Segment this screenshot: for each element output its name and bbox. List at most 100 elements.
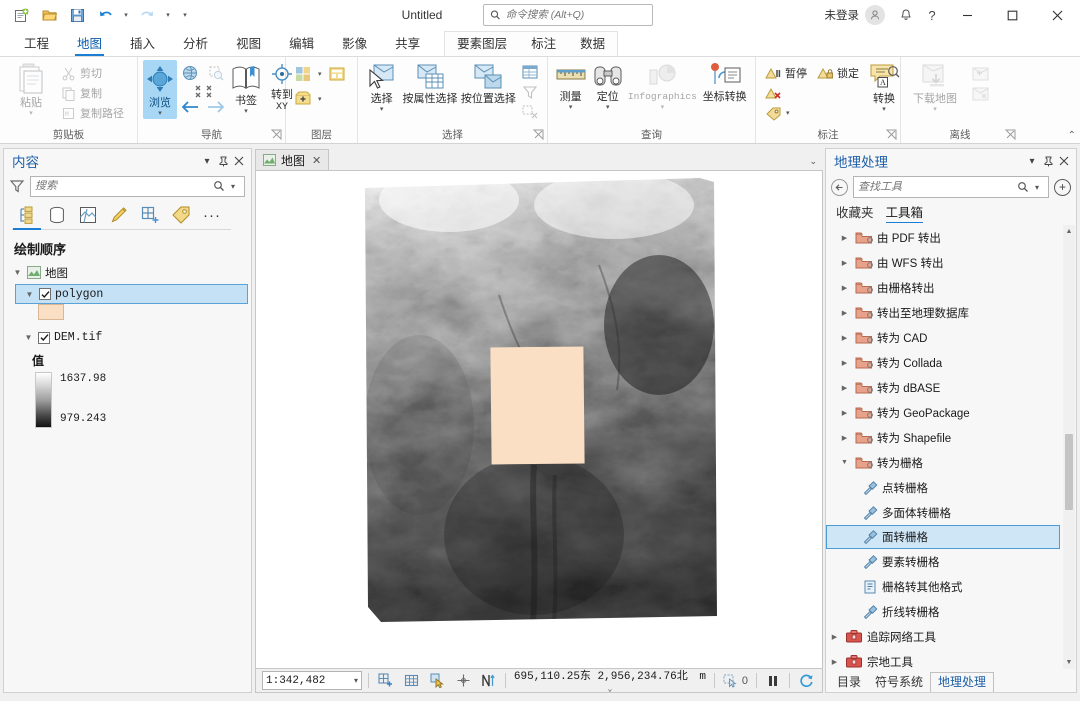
undo-dropdown-caret[interactable]: ▾ [120, 3, 132, 27]
tool-search-dropdown-caret[interactable]: ▾ [1030, 180, 1044, 194]
command-search-input[interactable] [505, 9, 646, 21]
add-preset-button[interactable] [325, 63, 349, 85]
ribbon-tab-data[interactable]: 数据 [568, 33, 617, 56]
toc-map-node[interactable]: ▼ 地图 [4, 263, 251, 282]
pause-drawing-icon[interactable] [763, 671, 783, 691]
explore-button[interactable]: 浏览 ▾ [143, 60, 177, 119]
dock-tab-catalog[interactable]: 目录 [830, 673, 868, 692]
contents-menu-caret-icon[interactable]: ▾ [199, 152, 215, 170]
north-arrow-icon[interactable] [479, 671, 499, 691]
expand-arrow-icon[interactable]: ▶ [838, 334, 851, 342]
basemap-button[interactable] [291, 63, 315, 85]
measure-caret[interactable]: ▾ [569, 104, 573, 111]
expand-arrow-icon[interactable]: ▶ [838, 359, 851, 367]
geoprocessing-scrollbar[interactable]: ▲ ▼ [1063, 225, 1075, 669]
back-arrow-icon[interactable] [831, 178, 848, 196]
contents-close-icon[interactable] [231, 152, 247, 170]
labeling-dialog-launcher-icon[interactable] [886, 129, 897, 140]
infographics-button[interactable]: Infographics ▾ [627, 60, 697, 113]
more-options-icon[interactable]: ··· [198, 202, 226, 228]
scroll-down-arrow-icon[interactable]: ▼ [1063, 656, 1075, 669]
scrollbar-thumb[interactable] [1065, 434, 1073, 510]
paste-button[interactable]: 粘贴 ▾ [5, 60, 57, 119]
notifications-bell-icon[interactable] [893, 2, 919, 28]
toolbox-parcel[interactable]: ▶ 宗地工具 [826, 649, 1076, 671]
label-style-caret[interactable]: ▾ [786, 110, 790, 117]
undo-icon[interactable] [92, 3, 118, 27]
explore-caret[interactable]: ▾ [158, 110, 162, 117]
remove-labels-button[interactable] [761, 83, 863, 103]
tool-search-input[interactable] [858, 181, 1016, 193]
scrollbar-track[interactable] [1063, 238, 1075, 656]
toc-polygon-checkbox[interactable] [39, 288, 51, 300]
download-map-button[interactable]: 下载地图 ▾ [906, 60, 964, 115]
tool-point-to-raster[interactable]: 点转栅格 [826, 475, 1076, 500]
list-by-editing-icon[interactable] [105, 202, 133, 228]
toc-layer-polygon[interactable]: ▼ polygon [15, 284, 248, 304]
open-project-icon[interactable] [36, 3, 62, 27]
pause-labeling-button[interactable]: 暂停 [761, 63, 811, 83]
scroll-up-arrow-icon[interactable]: ▲ [1063, 225, 1075, 238]
navigate-dialog-launcher-icon[interactable] [271, 129, 282, 140]
collapse-ribbon-button[interactable]: ⌃ [1068, 130, 1076, 141]
list-by-drawing-order-icon[interactable] [12, 202, 40, 228]
redo-dropdown-caret[interactable]: ▾ [162, 3, 174, 27]
sync-offline-button[interactable] [967, 64, 995, 84]
collapse-arrow-icon[interactable]: ▼ [838, 459, 851, 466]
copy-path-button[interactable]: M 复制路径 [57, 103, 128, 123]
crosshair-icon[interactable] [453, 671, 473, 691]
expand-arrow-icon[interactable]: ▶ [838, 384, 851, 392]
selected-features-icon[interactable]: 0 [721, 671, 750, 691]
toc-polygon-symbol-swatch[interactable] [38, 304, 64, 320]
toolset-from-wfs[interactable]: ▶ 由 WFS 转出 [826, 250, 1076, 275]
customize-qat-icon[interactable]: ▾ [176, 3, 194, 27]
download-map-caret[interactable]: ▾ [933, 106, 937, 113]
geoprocessing-pin-icon[interactable] [1040, 152, 1056, 170]
infographics-caret[interactable]: ▾ [661, 104, 665, 111]
maximize-button[interactable] [990, 0, 1035, 30]
selection-dialog-launcher-icon[interactable] [533, 129, 544, 140]
dock-tab-symbology[interactable]: 符号系统 [868, 673, 930, 692]
ribbon-tab-share[interactable]: 共享 [381, 32, 434, 56]
basemap-caret[interactable]: ▾ [318, 71, 322, 78]
coordinate-conversion-button[interactable]: 坐标转换 [699, 60, 750, 105]
contents-search-box[interactable]: ▾ [30, 175, 245, 197]
toolset-from-raster[interactable]: ▶ 由栅格转出 [826, 275, 1076, 300]
attribute-table-button[interactable] [518, 62, 542, 82]
tab-toolboxes[interactable]: 工具箱 [885, 202, 923, 224]
lock-labeling-button[interactable]: 锁定 [813, 63, 863, 83]
expand-arrow-icon[interactable]: ▶ [838, 309, 851, 317]
expand-arrow-icon[interactable]: ▶ [838, 284, 851, 292]
add-toolbox-icon[interactable]: + [1054, 178, 1071, 196]
toolset-to-geopackage[interactable]: ▶ 转为 GeoPackage [826, 400, 1076, 425]
ribbon-tab-labeling[interactable]: 标注 [519, 33, 568, 56]
tab-favorites[interactable]: 收藏夹 [836, 202, 874, 223]
avatar[interactable] [865, 5, 885, 25]
ribbon-tab-feature-layer[interactable]: 要素图层 [445, 33, 519, 56]
map-view-tab[interactable]: 地图 ✕ [255, 149, 330, 170]
help-icon[interactable]: ? [919, 2, 945, 28]
tool-search-icon[interactable] [1016, 180, 1030, 194]
list-by-labeling-icon[interactable] [167, 202, 195, 228]
select-caret[interactable]: ▾ [380, 106, 384, 113]
tool-multipatch-to-raster[interactable]: 多面体转栅格 [826, 500, 1076, 525]
label-style-button[interactable]: ▾ [761, 103, 863, 123]
toolset-to-shapefile[interactable]: ▶ 转为 Shapefile [826, 425, 1076, 450]
full-extent-button[interactable] [179, 62, 201, 84]
expand-arrow-icon[interactable]: ▶ [838, 234, 851, 242]
toolset-to-raster[interactable]: ▼ 转为栅格 [826, 450, 1076, 475]
ribbon-tab-map[interactable]: 地图 [63, 32, 116, 56]
locate-button[interactable]: 定位 ▾ [590, 60, 625, 113]
bookmarks-caret[interactable]: ▾ [244, 108, 248, 115]
redo-icon[interactable] [134, 3, 160, 27]
map-tabs-overflow-caret[interactable]: ⌄ [809, 156, 817, 167]
save-project-icon[interactable] [64, 3, 90, 27]
fixed-zoom-in-button[interactable] [205, 62, 227, 84]
tool-polyline-to-raster[interactable]: 折线转栅格 [826, 599, 1076, 624]
toc-dem-expand-arrow[interactable]: ▼ [23, 333, 34, 342]
command-search-box[interactable] [483, 4, 653, 26]
toc-layer-dem[interactable]: ▼ DEM.tif [15, 328, 251, 347]
locate-caret[interactable]: ▾ [606, 104, 610, 111]
close-button[interactable] [1035, 0, 1080, 30]
map-canvas[interactable] [255, 170, 823, 669]
